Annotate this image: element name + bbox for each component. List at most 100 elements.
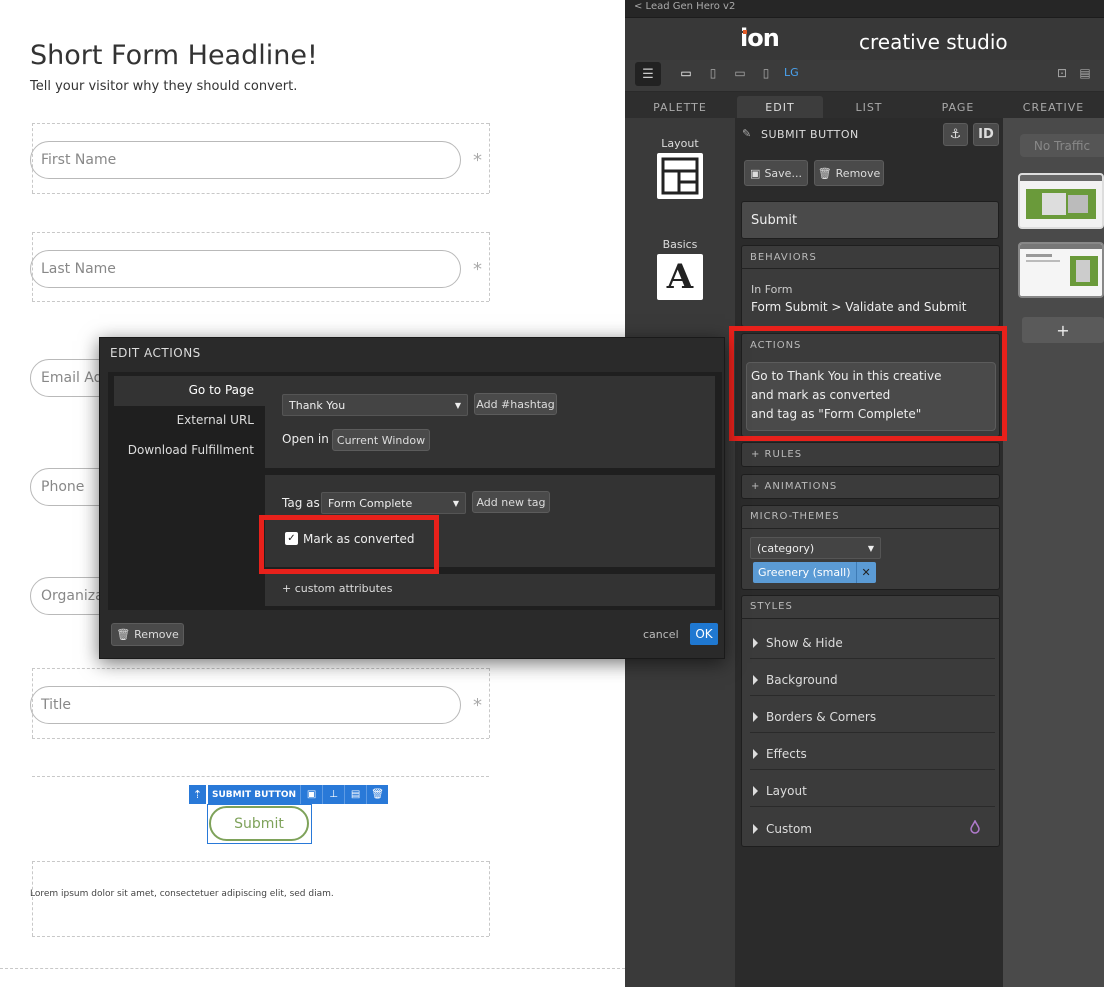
guide-line	[32, 668, 489, 669]
tablet-landscape-icon[interactable]: ▭	[731, 64, 749, 82]
trash-icon[interactable]: 🗑	[366, 785, 389, 804]
submit-toolbar-label: SUBMIT BUTTON	[208, 785, 301, 804]
style-effects[interactable]: Effects	[750, 739, 995, 770]
page-select[interactable]: Thank You ▼	[282, 394, 468, 416]
category-select[interactable]: (category) ▼	[750, 537, 881, 559]
required-mark: *	[473, 259, 482, 280]
required-mark: *	[473, 150, 482, 171]
custom-attributes-link[interactable]: + custom attributes	[282, 582, 392, 595]
section-divider	[741, 528, 1000, 529]
nav-download-fulfillment[interactable]: Download Fulfillment	[114, 443, 254, 457]
nav-external-url[interactable]: External URL	[114, 413, 254, 427]
creative-thumbnail-2[interactable]	[1018, 242, 1104, 298]
image-icon[interactable]: ▣	[300, 785, 323, 804]
layers-menu-icon[interactable]: ☰	[635, 62, 661, 86]
add-creative-button[interactable]: +	[1022, 317, 1104, 343]
guide-line	[489, 232, 490, 301]
rules-section[interactable]: + RULES	[741, 442, 1000, 467]
preview-icon[interactable]: ⊡	[1053, 64, 1071, 82]
tab-creative[interactable]: CREATIVE	[1003, 96, 1104, 118]
phone-icon[interactable]: ▯	[759, 64, 773, 82]
ion-logo: ion	[740, 24, 780, 52]
no-traffic-badge: No Traffic	[1020, 134, 1104, 157]
submit-button[interactable]: Submit	[209, 806, 309, 841]
page-select-value: Thank You	[289, 398, 346, 412]
chevron-down-icon: ▼	[454, 400, 461, 410]
page-subhead: Tell your visitor why they should conver…	[30, 79, 298, 94]
tab-edit[interactable]: EDIT	[737, 96, 823, 118]
trash-icon: 🗑	[817, 166, 832, 180]
desktop-icon[interactable]: ▭	[677, 64, 695, 82]
styles-title: STYLES	[750, 601, 793, 612]
open-in-label: Open in	[282, 432, 329, 446]
breakpoint-lg[interactable]: LG	[784, 66, 799, 79]
caret-right-icon	[753, 675, 758, 685]
tag-select[interactable]: Form Complete ▼	[321, 492, 466, 514]
layout-icon[interactable]: ▤	[344, 785, 367, 804]
ok-button[interactable]: OK	[690, 623, 718, 645]
mark-converted-highlight	[259, 515, 439, 574]
tab-palette[interactable]: PALETTE	[625, 96, 735, 118]
guide-line	[489, 861, 490, 936]
nav-go-to-page[interactable]: Go to Page	[114, 383, 254, 397]
page-headline: Short Form Headline!	[30, 40, 318, 71]
style-label: Custom	[766, 821, 812, 836]
layout-grid-icon[interactable]	[657, 153, 703, 199]
remove-element-button[interactable]: 🗑 Remove	[814, 160, 884, 186]
creative-thumbnail-1[interactable]	[1018, 173, 1104, 229]
dialog-remove-label: Remove	[134, 628, 179, 641]
remove-tag-icon[interactable]: ✕	[855, 562, 876, 583]
guide-line	[32, 123, 489, 124]
id-button[interactable]: ID	[973, 123, 999, 146]
remove-label: Remove	[835, 166, 881, 180]
guide-line	[32, 936, 489, 937]
save-label: Save...	[764, 166, 802, 180]
last-name-field[interactable]: Last Name	[30, 250, 461, 288]
tag-select-value: Form Complete	[328, 496, 413, 510]
dialog-remove-button[interactable]: 🗑 Remove	[111, 623, 184, 646]
required-mark: *	[473, 695, 482, 716]
open-in-select[interactable]: Current Window	[332, 429, 430, 451]
guide-line	[32, 193, 489, 194]
studio-title: creative studio	[859, 30, 1008, 54]
move-up-icon[interactable]: ⇡	[189, 785, 206, 804]
style-background[interactable]: Background	[750, 665, 995, 696]
style-layout[interactable]: Layout	[750, 776, 995, 807]
behaviors-value[interactable]: Form Submit > Validate and Submit	[751, 300, 966, 314]
chevron-down-icon: ▼	[867, 543, 874, 553]
style-borders-corners[interactable]: Borders & Corners	[750, 702, 995, 733]
behaviors-title: BEHAVIORS	[750, 252, 817, 263]
button-text-input[interactable]: Submit	[741, 201, 999, 239]
micro-themes-title: MICRO-THEMES	[750, 511, 840, 522]
guide-line	[0, 968, 625, 969]
section-divider	[741, 268, 1000, 269]
page-target-box	[265, 376, 715, 468]
caret-right-icon	[753, 712, 758, 722]
save-button[interactable]: ▣ Save...	[744, 160, 808, 186]
anchor-icon[interactable]: ⚓	[943, 123, 968, 146]
pin-icon[interactable]: ⊥	[322, 785, 345, 804]
droplet-icon	[968, 819, 982, 834]
rules-label: + RULES	[751, 449, 803, 460]
submit-element-toolbar: ⇡ SUBMIT BUTTON ▣ ⊥ ▤ 🗑	[189, 785, 389, 804]
tab-page[interactable]: PAGE	[915, 96, 1001, 118]
animations-label: + ANIMATIONS	[751, 481, 838, 492]
back-link[interactable]: < Lead Gen Hero v2	[634, 1, 735, 12]
caret-right-icon	[753, 786, 758, 796]
text-type-icon[interactable]: A	[657, 254, 703, 300]
tablet-icon[interactable]: ▯	[705, 64, 721, 82]
add-hashtag-button[interactable]: Add #hashtag	[474, 393, 557, 415]
cancel-link[interactable]: cancel	[643, 628, 679, 641]
notes-icon[interactable]: ▤	[1077, 64, 1093, 82]
style-show-hide[interactable]: Show & Hide	[750, 628, 995, 659]
guide-line	[32, 738, 489, 739]
style-custom[interactable]: Custom	[750, 813, 995, 844]
palette-basics-label: Basics	[662, 238, 698, 251]
tab-list[interactable]: LIST	[825, 96, 913, 118]
title-field[interactable]: Title	[30, 686, 461, 724]
first-name-field[interactable]: First Name	[30, 141, 461, 179]
add-new-tag-button[interactable]: Add new tag	[472, 491, 550, 513]
caret-right-icon	[753, 823, 758, 834]
animations-section[interactable]: + ANIMATIONS	[741, 474, 1000, 499]
style-label: Layout	[766, 784, 807, 798]
